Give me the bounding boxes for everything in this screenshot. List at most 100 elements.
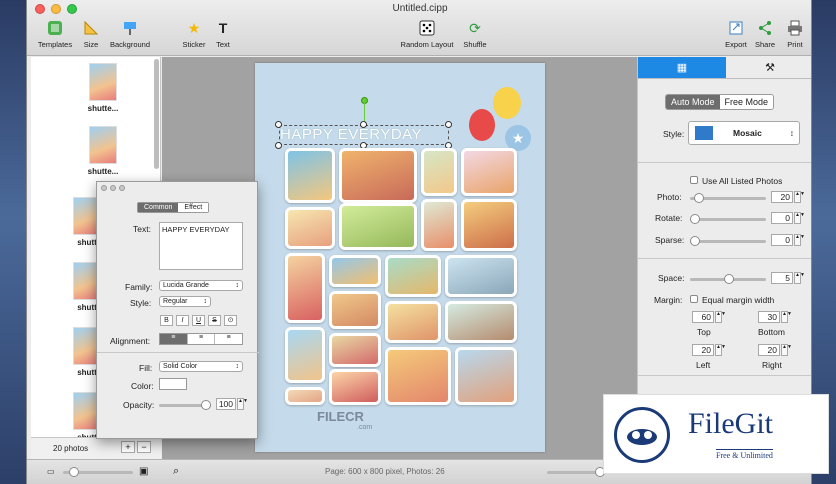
family-label: Family: [125, 282, 153, 292]
fill-select[interactable]: Solid Color ↕ [159, 361, 243, 372]
balloon-sticker[interactable] [493, 87, 521, 119]
resize-handle[interactable] [445, 121, 452, 128]
style-select[interactable]: Mosaic ↕ [688, 121, 800, 145]
share-icon [756, 19, 774, 37]
thumbnail-size-large-icon: ▣ [139, 466, 149, 477]
alignment-label: Alignment: [110, 336, 151, 346]
style-value: Mosaic [733, 128, 762, 138]
opacity-slider[interactable] [159, 400, 211, 410]
space-slider[interactable] [690, 274, 766, 284]
zoom-icon[interactable]: ⌕ [173, 465, 179, 478]
share-label: Share [754, 40, 775, 49]
list-scrollbar[interactable] [154, 59, 159, 169]
titlebar: Untitled.cipp Templates Size Background … [27, 0, 811, 56]
rotate-field[interactable]: 0 [771, 212, 793, 224]
window-title: Untitled.cipp [392, 3, 448, 14]
left-label: Left [696, 360, 711, 370]
photo-slider[interactable] [690, 193, 766, 203]
photo-field[interactable]: 20 [771, 191, 793, 203]
sparse-stepper[interactable]: ▲▼ [794, 234, 805, 246]
fill-label: Fill: [139, 363, 153, 373]
watermark: FILECR .com [317, 409, 372, 431]
tab-effect[interactable]: Effect [178, 203, 209, 212]
left-margin-field[interactable]: 20 [692, 344, 714, 356]
font-family-select[interactable]: Lucida Grande ↕ [159, 280, 243, 291]
top-margin-stepper[interactable]: ▲▼ [715, 311, 726, 323]
random-layout-label: Random Layout [400, 40, 454, 49]
add-photo-button[interactable]: + [121, 441, 135, 453]
rotate-slider-knob[interactable] [690, 214, 700, 224]
equal-margin-label: Equal margin width [702, 295, 775, 305]
thumbnail-size-slider[interactable] [63, 467, 133, 477]
left-margin-stepper[interactable]: ▲▼ [715, 344, 726, 356]
photo-count: 20 photos [53, 444, 89, 453]
thumbnail-label: shutte... [87, 167, 119, 176]
print-button[interactable]: Print [773, 19, 811, 49]
top-margin-field[interactable]: 60 [692, 311, 714, 323]
photo-slider-knob[interactable] [694, 193, 704, 203]
tab-magic[interactable]: ⚒ [726, 57, 811, 78]
background-button[interactable]: Background [108, 19, 152, 49]
tab-common[interactable]: Common [138, 203, 179, 212]
right-margin-field[interactable]: 20 [758, 344, 780, 356]
sparse-slider-knob[interactable] [690, 236, 700, 246]
list-item[interactable]: shutte... [73, 63, 133, 113]
resize-handle[interactable] [275, 121, 282, 128]
opacity-stepper[interactable]: ▲▼ [237, 398, 248, 410]
photo-stepper[interactable]: ▲▼ [794, 191, 805, 203]
align-left-button[interactable]: ≡ [160, 334, 187, 344]
resize-handle[interactable] [275, 142, 282, 149]
list-item[interactable]: shutte... [73, 126, 133, 176]
opacity-field[interactable]: 100 [216, 398, 236, 410]
space-field[interactable]: 5 [771, 272, 793, 284]
font-style-select[interactable]: Regular ↕ [159, 296, 211, 307]
space-stepper[interactable]: ▲▼ [794, 272, 805, 284]
auto-mode-button[interactable]: Auto Mode [666, 95, 720, 109]
remove-photo-button[interactable]: − [137, 441, 151, 453]
underline-button[interactable]: U [192, 315, 205, 326]
photo-label: Photo: [657, 192, 682, 202]
equal-margin-checkbox[interactable] [690, 295, 698, 303]
free-mode-button[interactable]: Free Mode [719, 95, 774, 109]
collage-page[interactable]: HAPPY EVERYDAY ★ [255, 63, 545, 452]
align-center-button[interactable]: ≡ [186, 334, 215, 344]
balloon-sticker[interactable] [469, 109, 495, 141]
photo-count-bar: 20 photos + − [31, 437, 161, 459]
text-input[interactable]: HAPPY EVERYDAY [159, 222, 243, 270]
thumbnail-size-knob[interactable] [69, 467, 79, 477]
filegit-tagline: Free & Unlimited [716, 449, 773, 460]
use-all-checkbox[interactable] [690, 176, 698, 184]
dialog-tabs: Common Effect [137, 202, 210, 213]
text-button[interactable]: T Text [201, 19, 245, 49]
dialog-minimize-button[interactable] [110, 185, 116, 191]
dialog-controls [101, 185, 125, 191]
bottom-margin-field[interactable]: 30 [758, 311, 780, 323]
align-right-button[interactable]: ≡ [214, 334, 242, 344]
italic-button[interactable]: I [176, 315, 189, 326]
tab-layout[interactable]: ▦ [638, 57, 726, 78]
filegit-logo [614, 407, 670, 463]
color-label: Color: [131, 381, 154, 391]
bottom-margin-stepper[interactable]: ▲▼ [781, 311, 792, 323]
rotate-stepper[interactable]: ▲▼ [794, 212, 805, 224]
resize-handle[interactable] [360, 121, 367, 128]
space-slider-knob[interactable] [724, 274, 734, 284]
size-button[interactable]: Size [69, 19, 113, 49]
chevron-updown-icon: ↕ [235, 363, 240, 370]
bottom-label: Bottom [758, 327, 785, 337]
bold-button[interactable]: B [160, 315, 173, 326]
dialog-close-button[interactable] [101, 185, 107, 191]
dice-icon [418, 19, 436, 37]
rotate-slider[interactable] [690, 214, 766, 224]
random-layout-button[interactable]: Random Layout [401, 19, 453, 49]
text-dialog: Common Effect Text: HAPPY EVERYDAY Famil… [96, 181, 259, 439]
strikethrough-button[interactable]: S [208, 315, 221, 326]
right-margin-stepper[interactable]: ▲▼ [781, 344, 792, 356]
dialog-zoom-button[interactable] [119, 185, 125, 191]
outline-button[interactable]: ⊙ [224, 315, 237, 326]
sparse-slider[interactable] [690, 236, 766, 246]
color-well[interactable] [159, 378, 187, 390]
sparse-field[interactable]: 0 [771, 234, 793, 246]
shuffle-button[interactable]: ⟳ Shuffle [453, 19, 497, 50]
opacity-slider-knob[interactable] [201, 400, 211, 410]
